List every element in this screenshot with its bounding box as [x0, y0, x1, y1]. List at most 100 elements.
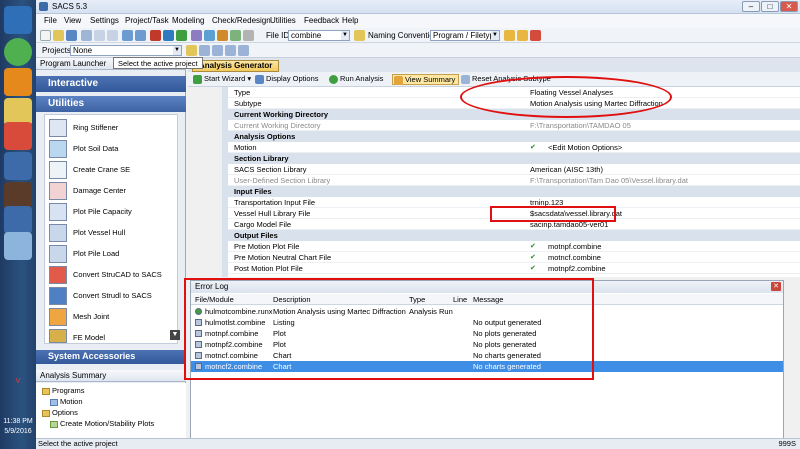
launcher-item[interactable]: FE Model [49, 329, 177, 343]
section-system-accessories[interactable]: System Accessories [36, 350, 186, 364]
menu-feedback[interactable]: Feedback [304, 16, 339, 25]
launcher-item[interactable]: Plot Pile Capacity [49, 203, 177, 221]
close-icon[interactable]: ✕ [771, 282, 781, 291]
system-accessories-label: System Accessories [48, 351, 136, 361]
menu-file[interactable]: File [44, 16, 57, 25]
copy-icon[interactable] [94, 30, 105, 41]
naming-convention-select[interactable]: Program / Filetype.ID▼ [430, 30, 500, 41]
status-right-text: 999S [778, 439, 796, 448]
grid-row[interactable]: Pre Motion Plot File ✔ motnpf.combine [228, 241, 800, 252]
launcher-item-label: Plot Pile Load [73, 249, 120, 258]
pdf-icon[interactable] [4, 122, 32, 150]
grid-value[interactable]: F:\Transportation\TAMDAO 05 [530, 120, 631, 131]
tree-item-options[interactable]: Options [42, 408, 78, 417]
grid-row[interactable]: Current Working Directory F:\Transportati… [228, 120, 800, 131]
launcher-item[interactable]: Mesh Joint [49, 308, 177, 326]
tree-item-programs[interactable]: Programs [42, 386, 85, 395]
save-icon[interactable] [66, 30, 77, 41]
grid-row[interactable]: User-Defined Section Library F:\Transport… [228, 175, 800, 186]
section-utilities[interactable]: Utilities [36, 96, 186, 112]
grid-key: Current Working Directory [234, 110, 329, 119]
open-project-icon[interactable] [186, 45, 197, 56]
taskbar-app-icon-2[interactable] [4, 68, 32, 96]
close-button[interactable]: ✕ [780, 1, 798, 12]
model-icon[interactable] [191, 30, 202, 41]
grid-row[interactable]: Post Motion Plot File ✔ motnpf2.combine [228, 263, 800, 274]
network-icon[interactable] [4, 232, 32, 260]
check-icon[interactable]: ✔ [530, 252, 536, 263]
menu-project-task[interactable]: Project/Task [125, 16, 169, 25]
menu-help[interactable]: Help [342, 16, 358, 25]
grid-value[interactable]: American (AISC 13th) [530, 164, 603, 175]
taskbar-app-icon-1[interactable] [4, 38, 32, 66]
button-label: View Summary [405, 75, 456, 84]
grid-value[interactable]: motncf.combine [548, 252, 601, 263]
notes-icon[interactable] [517, 30, 528, 41]
check-icon[interactable]: ✔ [530, 241, 536, 252]
menu-check-redesign[interactable]: Check/Redesign [212, 16, 271, 25]
annotation-box-error-log [184, 278, 594, 380]
scroll-down-icon[interactable]: ▼ [170, 330, 180, 340]
tree-item-motion[interactable]: Motion [50, 397, 83, 406]
launcher-item[interactable]: Convert Strudl to SACS [49, 287, 177, 305]
project-tool-icon-4[interactable] [238, 45, 249, 56]
check-icon[interactable]: ✔ [530, 263, 536, 274]
redo-icon[interactable] [135, 30, 146, 41]
tool-icon[interactable] [217, 30, 228, 41]
sacs-icon-2[interactable] [4, 206, 32, 234]
settings-icon[interactable] [243, 30, 254, 41]
utilities-label: Utilities [48, 98, 85, 109]
grid-row[interactable]: Pre Motion Neutral Chart File ✔ motncf.com… [228, 252, 800, 263]
check-icon[interactable]: ✔ [530, 142, 536, 153]
grid-value[interactable]: F:\Transportation\Tam Dao 05\Vessel.libr… [530, 175, 688, 186]
grid-row[interactable]: Motion ✔ <Edit Motion Options> [228, 142, 800, 153]
check-icon[interactable] [230, 30, 241, 41]
grid-value[interactable]: motnpf.combine [548, 241, 601, 252]
launcher-item[interactable]: Ring Stiffener [49, 119, 177, 137]
tree-item-create-plots[interactable]: Create Motion/Stability Plots [50, 419, 154, 428]
run-analysis-button[interactable]: Run Analysis [328, 74, 386, 85]
run-icon[interactable] [163, 30, 174, 41]
tab-analysis-generator[interactable]: Analysis Generator [192, 60, 280, 72]
open-icon[interactable] [53, 30, 64, 41]
menu-modeling[interactable]: Modeling [172, 16, 204, 25]
menu-settings[interactable]: Settings [90, 16, 119, 25]
launcher-item[interactable]: Create Crane SE [49, 161, 177, 179]
menu-utilities[interactable]: Utilities [270, 16, 296, 25]
help-icon[interactable] [530, 30, 541, 41]
info-icon[interactable] [504, 30, 515, 41]
launcher-item[interactable]: Convert StruCAD to SACS [49, 266, 177, 284]
project-tool-icon-1[interactable] [199, 45, 210, 56]
display-options-button[interactable]: Display Options [254, 74, 322, 85]
start-wizard-button[interactable]: Start Wizard ▾ [192, 74, 254, 85]
view-icon[interactable] [204, 30, 215, 41]
launcher-item[interactable]: Plot Vessel Hull [49, 224, 177, 242]
undo-icon[interactable] [122, 30, 133, 41]
start-orb-icon[interactable] [4, 6, 32, 34]
grid-key: Analysis Options [234, 132, 296, 141]
grid-value[interactable]: <Edit Motion Options> [548, 142, 622, 153]
strudl-icon [49, 287, 67, 305]
sacs-icon[interactable] [4, 152, 32, 180]
paste-icon[interactable] [107, 30, 118, 41]
execute-icon[interactable] [176, 30, 187, 41]
launcher-item[interactable]: Plot Pile Load [49, 245, 177, 263]
precede-icon[interactable] [150, 30, 161, 41]
new-icon[interactable] [40, 30, 51, 41]
maximize-button[interactable]: □ [761, 1, 779, 12]
grid-row[interactable]: SACS Section Library American (AISC 13th) [228, 164, 800, 175]
cut-icon[interactable] [81, 30, 92, 41]
view-summary-button[interactable]: View Summary [392, 74, 460, 85]
project-tool-icon-2[interactable] [212, 45, 223, 56]
launcher-item[interactable]: Damage Center [49, 182, 177, 200]
file-id-select[interactable]: combine ▼ [288, 30, 350, 41]
projects-select[interactable]: None ▼ [70, 45, 182, 56]
grid-value[interactable]: motnpf2.combine [548, 263, 606, 274]
project-tool-icon-3[interactable] [225, 45, 236, 56]
folder-icon[interactable] [354, 30, 365, 41]
menu-view[interactable]: View [64, 16, 81, 25]
minimize-button[interactable]: – [742, 1, 760, 12]
reset-icon [461, 75, 470, 84]
launcher-item[interactable]: Plot Soil Data [49, 140, 177, 158]
section-interactive[interactable]: Interactive [36, 76, 186, 92]
